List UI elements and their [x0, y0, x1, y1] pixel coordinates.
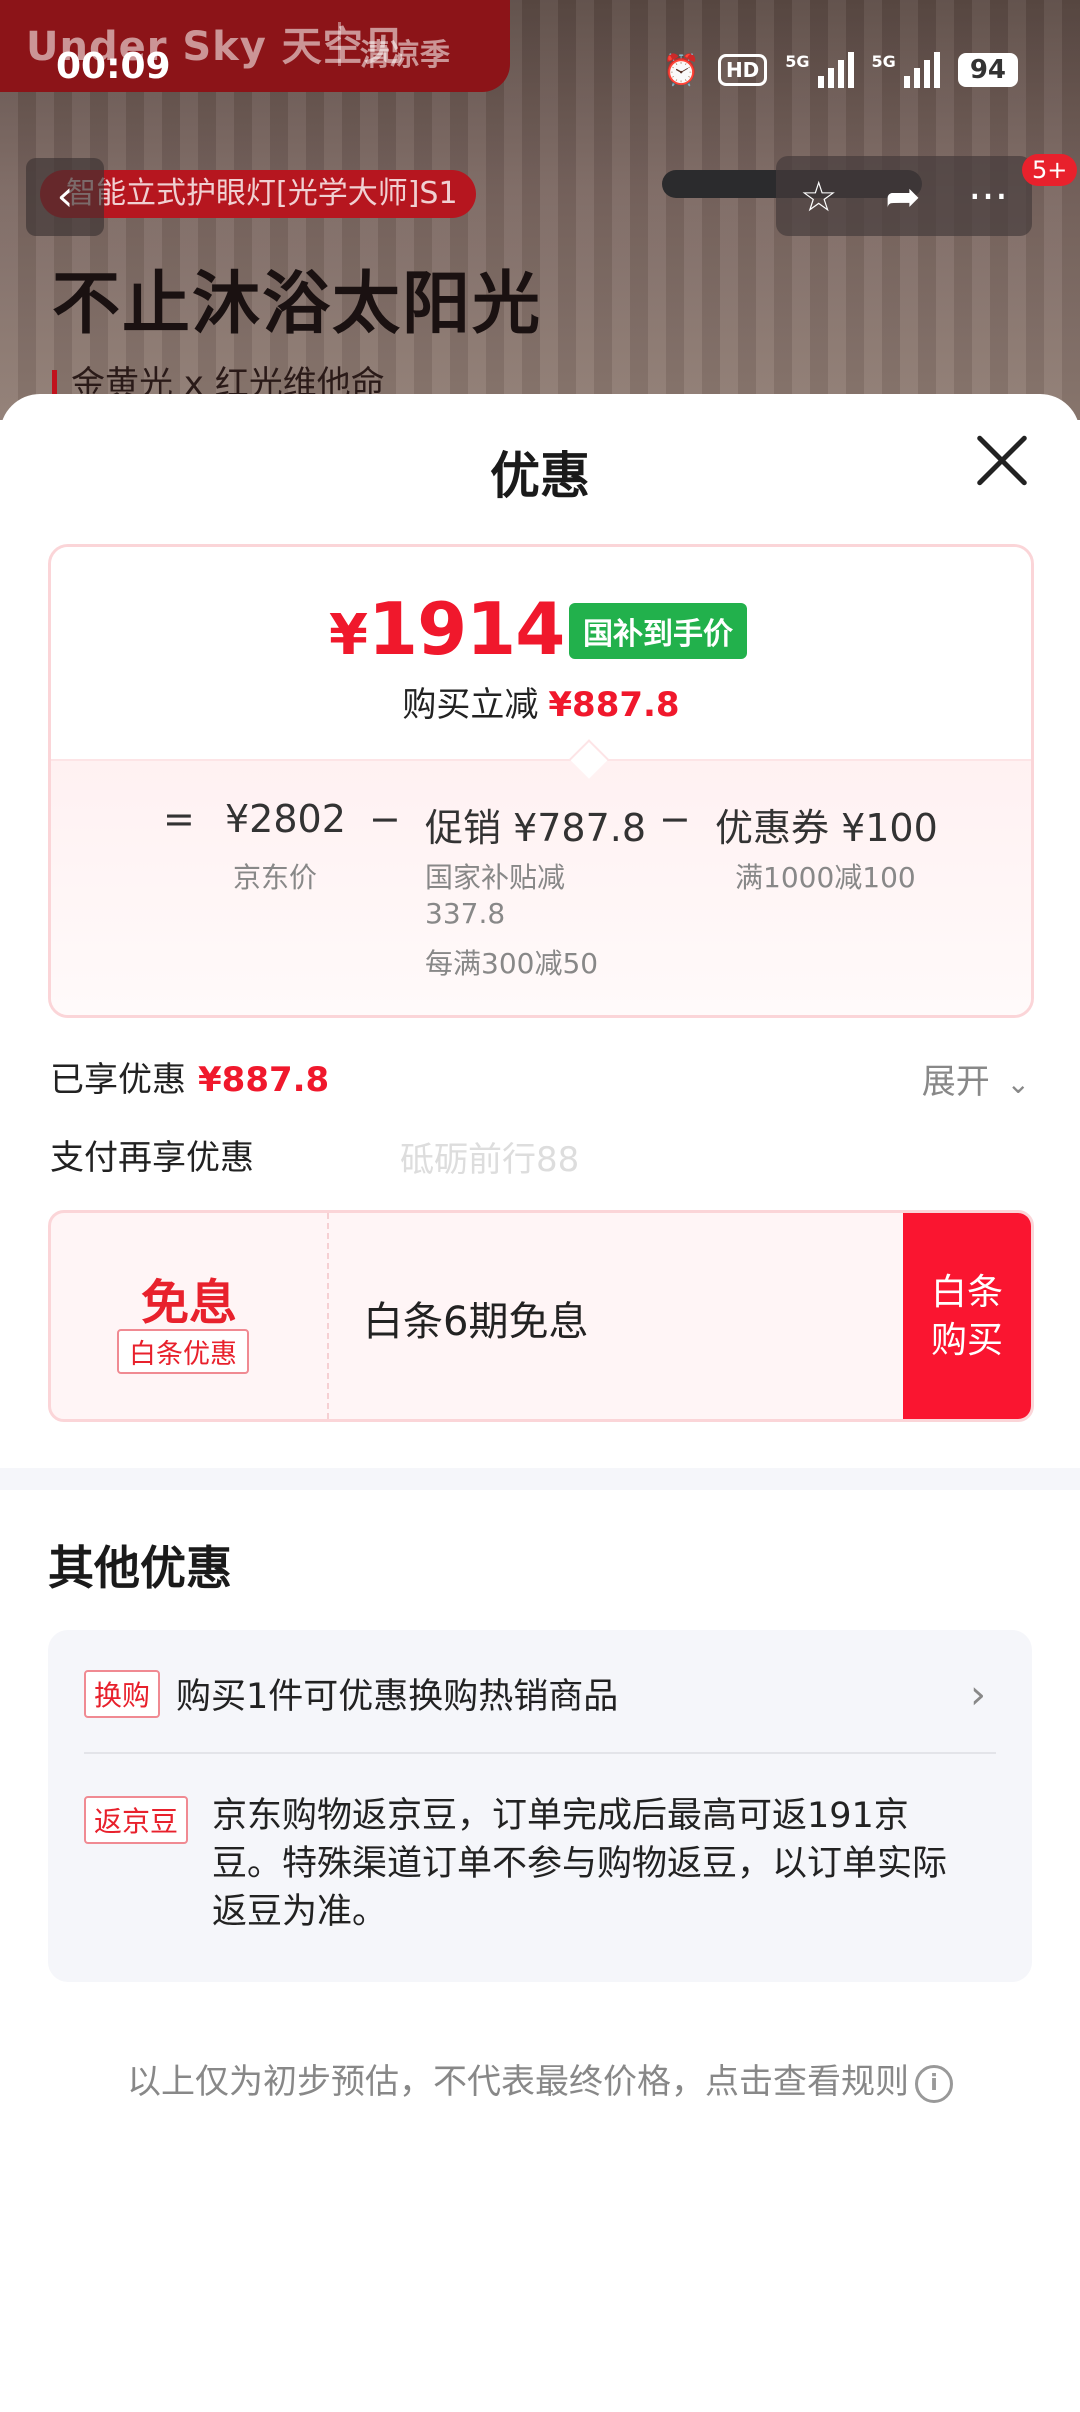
promo-amount: 促销 ¥787.8 [425, 806, 647, 850]
baitiao-buy-button[interactable]: 白条 购买 [903, 1213, 1031, 1419]
baitiao-badge: 免息 白条优惠 [51, 1213, 329, 1419]
share-icon[interactable]: ➦ [885, 172, 920, 221]
reduce-amount: ¥887.8 [548, 685, 680, 725]
chevron-right-icon: › [970, 1672, 986, 1718]
more-icon[interactable]: ··· [968, 172, 1008, 221]
reduce-line: 购买立减 ¥887.8 [51, 677, 1031, 726]
watermark: 砥砺前行88 [400, 1140, 580, 1180]
price-summary: ¥ 1914. 2 国补到手价 购买立减¥887.8 [51, 547, 1031, 759]
price-card: ¥ 1914. 2 国补到手价 购买立减¥887.8 = ¥2802 京东价 −… [48, 544, 1034, 1018]
baitiao-card[interactable]: 免息 白条优惠 白条6期免息 白条 购买 [48, 1210, 1034, 1422]
exchange-text: 购买1件可优惠换购热销商品 [176, 1677, 619, 1717]
signal-icon [817, 52, 854, 88]
alarm-icon: ⏰ [662, 52, 700, 88]
expand-button[interactable]: 展开 ⌄ [922, 1054, 1030, 1103]
subsidy-price-tag: 国补到手价 [569, 603, 747, 659]
chevron-down-icon: ⌄ [1006, 1067, 1030, 1100]
buy-button-line1: 白条 [930, 1272, 1003, 1313]
top-action-bar: ☆ ➦ ··· [776, 156, 1032, 236]
jd-price-label: 京东价 [233, 861, 318, 894]
status-bar: 00:09 ⏰ HD 5G 5G 94 [0, 0, 1080, 140]
coupon-note: 满1000减100 [735, 861, 916, 894]
star-icon[interactable]: ☆ [800, 172, 838, 221]
coupon-amount: 优惠券 ¥100 [715, 806, 938, 850]
formula-minus-2: − [659, 797, 691, 841]
exchange-offer-row[interactable]: 换购 购买1件可优惠换购热销商品 › [84, 1668, 996, 1728]
product-headline: 不止沐浴太阳光 [52, 265, 543, 344]
signal-icon-2 [903, 52, 940, 88]
price-integer: 1914. [367, 587, 592, 671]
jd-price: ¥2802 [225, 797, 346, 841]
footer-rules-link[interactable]: 以上仅为初步预估，不代表最终价格，点击查看规则 i [0, 2054, 1080, 2103]
sheet-title: 优惠 [490, 447, 590, 505]
jingdou-tag: 返京豆 [84, 1796, 189, 1844]
promo-note-fullreduce: 每满300减50 [425, 947, 599, 980]
hd-icon: HD [717, 54, 768, 86]
formula-minus-1: − [369, 797, 401, 841]
baitiao-description: 白条6期免息 [363, 1299, 589, 1345]
interest-free-label: 免息 [140, 1275, 237, 1331]
saved-row: 已享优惠 ¥887.8 [50, 1052, 329, 1101]
saved-amount: ¥887.8 [198, 1060, 330, 1100]
expand-label: 展开 [921, 1062, 990, 1102]
other-offers-title: 其他优惠 [48, 1541, 232, 1595]
row-divider [84, 1752, 996, 1754]
product-tag: 智能立式护眼灯[光学大师]S1 [40, 170, 476, 218]
price-currency: ¥ [329, 603, 368, 668]
jingdou-text: 京东购物返京豆，订单完成后最高可返191京豆。特殊渠道订单不参与购物返豆，以订单… [212, 1796, 948, 1932]
message-badge: 5+ [1022, 154, 1078, 186]
section-divider [0, 1468, 1080, 1490]
exchange-tag: 换购 [84, 1669, 161, 1718]
status-time: 00:09 [56, 46, 171, 87]
info-icon: i [915, 2064, 953, 2103]
network-type-2: 5G [871, 52, 896, 71]
formula-equals: = [163, 797, 195, 841]
promo-note-subsidy-amount: 337.8 [425, 897, 506, 930]
status-icons: ⏰ HD 5G 5G 94 [663, 52, 1018, 88]
reduce-label: 购买立减 [402, 685, 539, 725]
buy-button-line2: 购买 [930, 1320, 1003, 1361]
discount-sheet: 优惠 ¥ 1914. 2 国补到手价 购买立减¥887.8 = ¥2802 京东… [0, 394, 1080, 2412]
back-button[interactable]: ‹ [26, 158, 104, 236]
promo-note-subsidy: 国家补贴减 [425, 861, 566, 894]
network-type-1: 5G [785, 52, 810, 71]
baitiao-discount-tag: 白条优惠 [117, 1329, 249, 1374]
close-icon[interactable] [974, 432, 1030, 488]
footer-note-text: 以上仅为初步预估，不代表最终价格，点击查看规则 [127, 2062, 909, 2102]
battery-icon: 94 [957, 53, 1018, 87]
other-offers-card: 换购 购买1件可优惠换购热销商品 › 返京豆 京东购物返京豆，订单完成后最高可返1… [48, 1630, 1032, 1982]
pay-more-label: 支付再享优惠 [50, 1138, 254, 1178]
price-breakdown: = ¥2802 京东价 − 促销 ¥787.8 国家补贴减 337.8 每满30… [51, 759, 1031, 1015]
chevron-left-icon: ‹ [56, 171, 74, 220]
saved-label: 已享优惠 [50, 1060, 186, 1100]
